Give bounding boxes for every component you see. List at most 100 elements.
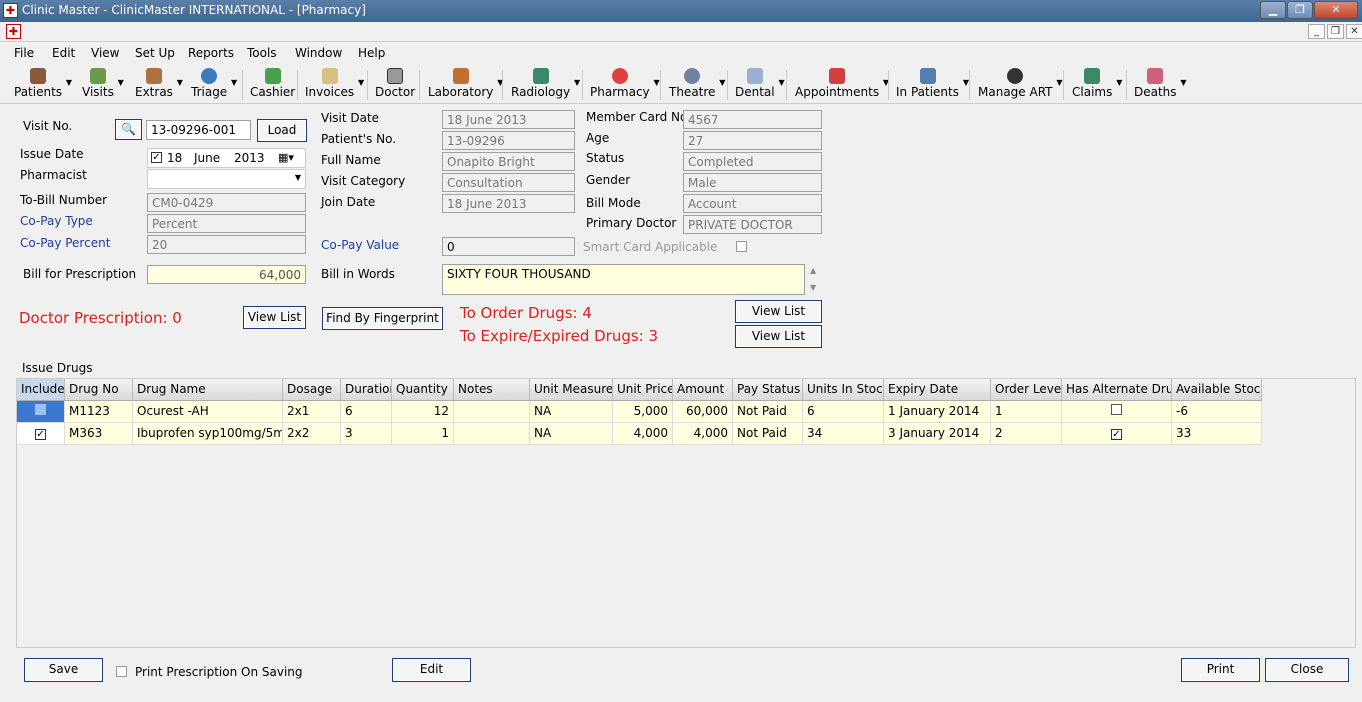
issue-drugs-grid[interactable]: Include Drug No Drug Name Dosage Duration Qua… (16, 378, 1356, 648)
tool-theatre[interactable]: Theatre ▼ (669, 66, 725, 102)
grid-header[interactable]: Dosage (283, 379, 341, 401)
grid-header[interactable]: Order Level (991, 379, 1062, 401)
search-button[interactable]: 🔍 (115, 119, 142, 140)
view-list-prescription-button[interactable]: View List (243, 306, 306, 329)
copay-type-field: Percent (147, 214, 306, 233)
tool-laboratory[interactable]: Laboratory ▼ (428, 66, 503, 102)
tool-dental[interactable]: Dental ▼ (735, 66, 785, 102)
close-window-button[interactable]: ✕ (1314, 1, 1358, 19)
grid-cell: NA (530, 423, 613, 445)
menu-help[interactable]: Help (358, 46, 385, 60)
edit-button[interactable]: Edit (392, 658, 471, 682)
print-button[interactable]: Print (1181, 658, 1260, 682)
load-button[interactable]: Load (257, 119, 307, 142)
smart-card-checkbox[interactable] (736, 241, 747, 252)
grid-header[interactable]: Unit Price (613, 379, 673, 401)
menu-view[interactable]: View (91, 46, 119, 60)
doctor-prescription-count: Doctor Prescription: 0 (19, 309, 182, 327)
grid-header[interactable]: Notes (454, 379, 530, 401)
close-button[interactable]: Close (1265, 658, 1349, 682)
grid-cell[interactable] (17, 401, 65, 423)
patients-icon (30, 68, 47, 84)
grid-header[interactable]: Drug Name (133, 379, 283, 401)
menu-file[interactable]: File (14, 46, 34, 60)
status-label: Status (586, 151, 625, 165)
tool-cashier[interactable]: Cashier (250, 66, 295, 102)
find-by-fingerprint-button[interactable]: Find By Fingerprint (322, 307, 443, 330)
child-restore-button[interactable]: ❐ (1327, 24, 1344, 39)
radiology-icon (532, 68, 549, 84)
tool-claims[interactable]: Claims ▼ (1072, 66, 1122, 102)
grid-header[interactable]: Available Stock (1172, 379, 1262, 401)
join-date-field: 18 June 2013 (442, 194, 575, 213)
tool-patients[interactable]: Patients ▼ (14, 66, 72, 102)
primary-doctor-field: PRIVATE DOCTOR (683, 215, 822, 234)
grid-cell (454, 423, 530, 445)
view-list-expire-button[interactable]: View List (735, 325, 822, 348)
bill-words-scroll-down-icon[interactable]: ▼ (810, 283, 816, 292)
grid-header[interactable]: Unit Measure (530, 379, 613, 401)
doctor-icon (387, 68, 404, 84)
tool-doctor[interactable]: Doctor (375, 66, 415, 102)
app-icon: ✚ (3, 3, 18, 18)
pharmacist-select[interactable]: ▼ (147, 169, 306, 189)
grid-header[interactable]: Quantity (392, 379, 454, 401)
minimize-button[interactable]: ▁ (1260, 1, 1286, 19)
tool-in-patients[interactable]: In Patients ▼ (896, 66, 969, 102)
tool-manage-art[interactable]: Manage ART ▼ (978, 66, 1062, 102)
issue-date-checkbox[interactable]: ✓ (151, 152, 162, 163)
tool-deaths[interactable]: Deaths ▼ (1134, 66, 1187, 102)
grid-header[interactable]: Duration (341, 379, 392, 401)
menu-window[interactable]: Window (295, 46, 342, 60)
tool-radiology[interactable]: Radiology ▼ (511, 66, 580, 102)
include-checkbox[interactable]: ✓ (1111, 429, 1122, 440)
visit-no-input[interactable]: 13-09296-001 (146, 120, 251, 140)
include-checkbox[interactable] (35, 404, 46, 415)
bill-words-scroll-up-icon[interactable]: ▲ (810, 266, 816, 275)
tool-pharmacy[interactable]: Pharmacy ▼ (590, 66, 660, 102)
tool-visits[interactable]: Visits ▼ (82, 66, 124, 102)
menu-reports[interactable]: Reports (188, 46, 234, 60)
grid-cell: 5,000 (613, 401, 673, 423)
maximize-button[interactable]: ❐ (1287, 1, 1313, 19)
save-button[interactable]: Save (24, 658, 103, 682)
child-close-button[interactable]: ✕ (1346, 24, 1362, 39)
member-card-field: 4567 (683, 110, 822, 129)
calendar-icon[interactable]: ▦▾ (278, 151, 294, 164)
smart-card-label: Smart Card Applicable (583, 240, 718, 254)
grid-header[interactable]: Include (17, 379, 65, 401)
grid-header[interactable]: Units In Stock (803, 379, 884, 401)
grid-header[interactable]: Expiry Date (884, 379, 991, 401)
grid-cell: Ibuprofen syp100mg/5ml (133, 423, 283, 445)
include-checkbox[interactable]: ✓ (35, 429, 46, 440)
grid-cell: 6 (341, 401, 392, 423)
view-list-order-button[interactable]: View List (735, 300, 822, 323)
print-on-save-checkbox[interactable] (116, 666, 127, 677)
child-minimize-button[interactable]: _ (1308, 24, 1325, 39)
primary-doctor-label: Primary Doctor (586, 216, 677, 230)
grid-cell[interactable] (1062, 401, 1172, 423)
claims-icon (1084, 68, 1101, 84)
tool-extras[interactable]: Extras ▼ (135, 66, 183, 102)
grid-header[interactable]: Amount (673, 379, 733, 401)
age-label: Age (586, 131, 610, 145)
grid-cell (454, 401, 530, 423)
grid-header[interactable]: Drug No (65, 379, 133, 401)
bill-mode-field: Account (683, 194, 822, 213)
grid-cell[interactable]: ✓ (1062, 423, 1172, 445)
menu-setup[interactable]: Set Up (135, 46, 175, 60)
tool-appointments[interactable]: Appointments ▼ (795, 66, 889, 102)
tool-triage[interactable]: Triage ▼ (191, 66, 237, 102)
window-title: Clinic Master - ClinicMaster INTERNATION… (22, 3, 366, 17)
grid-header[interactable]: Has Alternate Drugs (1062, 379, 1172, 401)
include-checkbox[interactable] (1111, 404, 1122, 415)
grid-cell[interactable]: ✓ (17, 423, 65, 445)
grid-header[interactable]: Pay Status (733, 379, 803, 401)
tool-invoices[interactable]: Invoices ▼ (305, 66, 364, 102)
menu-tools[interactable]: Tools (247, 46, 277, 60)
menu-edit[interactable]: Edit (52, 46, 75, 60)
issue-date-picker[interactable]: ✓ 18 June 2013 ▦▾ (147, 148, 306, 168)
grid-cell: 6 (803, 401, 884, 423)
mdi-bar: ✚ _ ❐ ✕ (0, 22, 1362, 42)
patient-no-field: 13-09296 (442, 131, 575, 150)
